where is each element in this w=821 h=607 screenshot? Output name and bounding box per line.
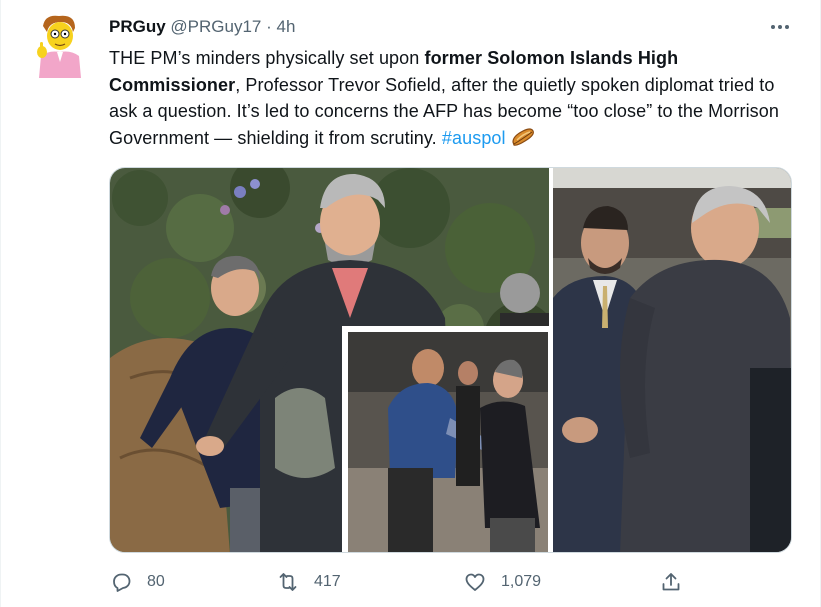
media-grid[interactable]	[109, 167, 792, 553]
tweet-actions: 80 417 1,079	[109, 568, 689, 596]
like-count: 1,079	[501, 573, 542, 590]
reply-button[interactable]: 80	[109, 568, 165, 596]
hashtag-link[interactable]: #auspol	[442, 128, 506, 148]
sausage-roll-emoji-icon	[512, 127, 534, 146]
author-name[interactable]: PRGuy	[109, 17, 166, 36]
more-options-button[interactable]	[767, 14, 793, 40]
heart-icon	[465, 573, 485, 591]
photo-right	[553, 168, 791, 552]
photo-inset	[342, 326, 550, 552]
more-dots-icon	[771, 25, 789, 29]
share-icon	[662, 573, 680, 591]
retweet-count: 417	[314, 573, 341, 590]
reply-icon	[113, 573, 131, 592]
tweet-header: PRGuy @PRGuy17 · 4h	[109, 16, 295, 38]
retweet-icon	[279, 573, 297, 591]
tweet-text: THE PM’s minders physically set upon for…	[109, 45, 799, 151]
share-button[interactable]	[659, 568, 683, 596]
like-button[interactable]: 1,079	[463, 568, 541, 596]
media-photos[interactable]	[110, 168, 792, 553]
reply-count: 80	[147, 573, 165, 590]
separator-dot: ·	[266, 17, 272, 36]
retweet-button[interactable]: 417	[276, 568, 341, 596]
tweet-text-part: THE PM’s minders physically set upon	[109, 48, 425, 68]
avatar-cartoon-icon	[37, 15, 81, 78]
author-handle[interactable]: @PRGuy17	[170, 17, 261, 36]
timestamp[interactable]: 4h	[277, 17, 296, 36]
avatar[interactable]	[31, 14, 87, 78]
tweet[interactable]: PRGuy @PRGuy17 · 4h THE PM’s minders phy…	[0, 0, 821, 607]
